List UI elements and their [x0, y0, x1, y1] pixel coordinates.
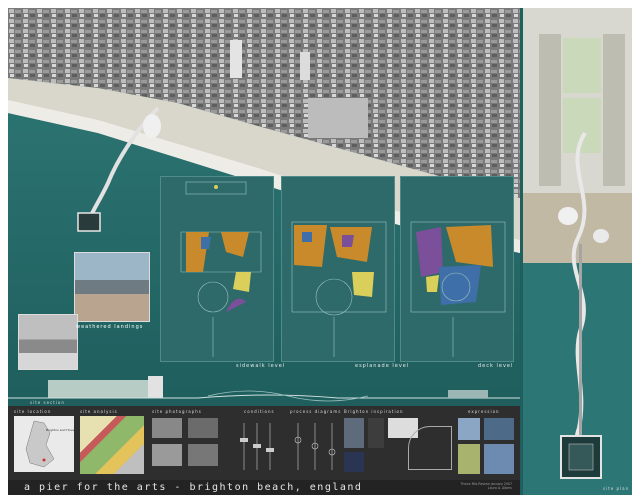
site-photo-3	[152, 444, 182, 466]
site-plan-panel: site plan	[523, 8, 632, 495]
expression-photo-1	[458, 418, 480, 440]
credit-block: Thesis Mid-Review January 2007 Laura A. …	[460, 482, 512, 490]
site-plan-label: site plan	[603, 486, 630, 491]
site-location-note: Brighton and Hove	[46, 428, 75, 432]
brighton-inspiration-title: Brighton inspiration	[344, 409, 404, 414]
uk-map-icon	[25, 420, 55, 468]
pier-photo-color	[74, 252, 150, 322]
expression-title: expression	[468, 409, 500, 414]
conditions-diagram	[240, 423, 274, 470]
site-photo-4	[188, 444, 218, 466]
inspiration-photo-3	[344, 452, 364, 472]
plan-drawing	[291, 221, 387, 357]
site-location-title: site location	[14, 409, 52, 414]
expression-photo-3	[458, 444, 480, 474]
deck-level-plan	[400, 176, 514, 362]
pier-photo-bw	[18, 314, 78, 370]
title-bar: a pier for the arts - brighton beach, en…	[8, 480, 520, 495]
site-section-label: site section	[30, 400, 65, 405]
site-photographs-title: site photographs	[152, 409, 202, 414]
inspiration-sketch	[408, 426, 452, 470]
site-photo-2	[188, 418, 218, 438]
plan-drawing	[410, 221, 506, 357]
esplanade-level-label: esplanade level	[355, 363, 410, 369]
site-plan-drawing	[523, 8, 632, 495]
inspiration-photo-1	[344, 418, 364, 448]
vignette-label: weathered landings	[76, 324, 144, 330]
site-location-map: Brighton and Hove	[14, 416, 74, 472]
esplanade-level-plan	[281, 176, 395, 362]
process-diagrams-title: process diagrams	[290, 409, 342, 414]
sidewalk-level-label: sidewalk level	[236, 363, 286, 369]
plan-drawing	[180, 181, 262, 357]
site-photo-1	[152, 418, 182, 438]
expression-photo-4	[484, 444, 514, 474]
inspiration-photo-2	[368, 418, 384, 448]
site-section-drawing	[8, 376, 520, 402]
board-title: a pier for the arts - brighton beach, en…	[24, 482, 363, 493]
deck-level-label: deck level	[478, 363, 514, 369]
site-analysis-title: site analysis	[80, 409, 118, 414]
sidewalk-level-plan	[160, 176, 274, 362]
presentation-board: sidewalk level esplanade level deck leve…	[8, 8, 632, 495]
site-analysis-map	[80, 416, 144, 474]
expression-photo-2	[484, 418, 514, 440]
analysis-strip: site location Brighton and Hove site ana…	[8, 406, 520, 480]
credit-line-2: Laura A. Albers	[487, 486, 512, 490]
process-diagram	[294, 423, 336, 470]
conditions-title: conditions	[244, 409, 275, 414]
